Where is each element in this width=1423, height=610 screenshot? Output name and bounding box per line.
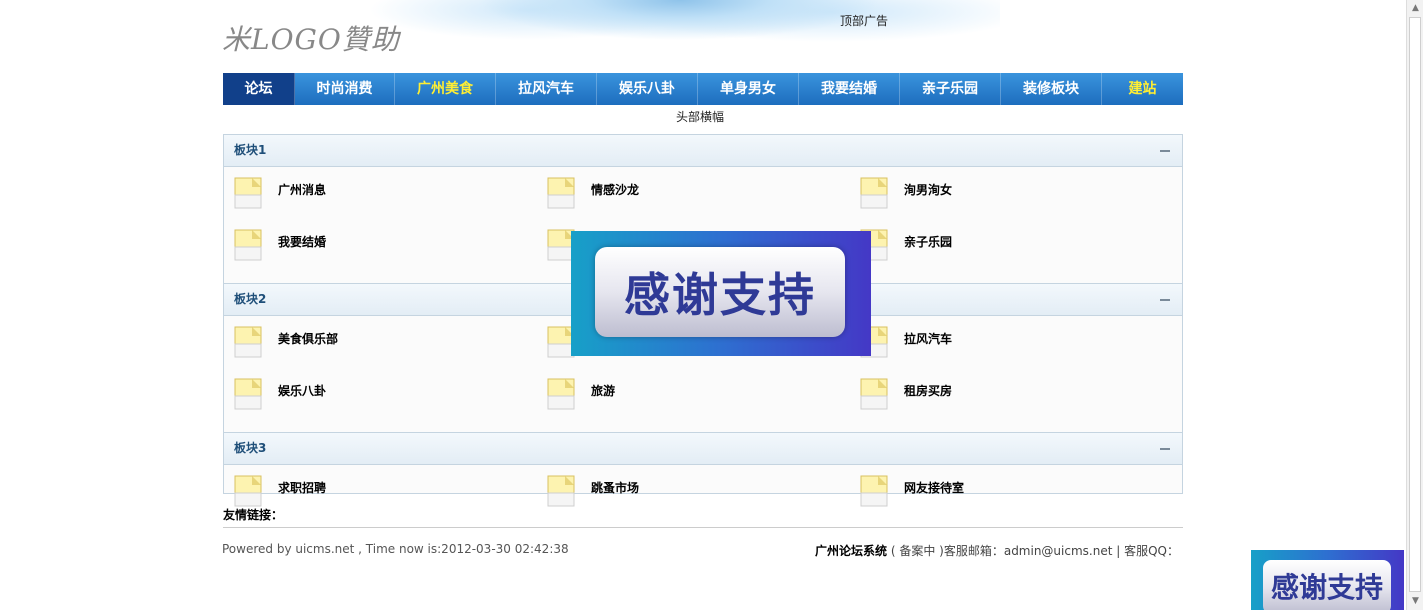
- scroll-up-icon[interactable]: ▲: [1408, 1, 1423, 16]
- forum-item[interactable]: 情感沙龙: [537, 175, 850, 227]
- forum-item[interactable]: 美食俱乐部: [224, 324, 537, 376]
- collapse-icon[interactable]: [1160, 299, 1170, 301]
- vertical-scrollbar[interactable]: ▲ ▼: [1406, 0, 1423, 610]
- scrollbar-thumb[interactable]: [1409, 17, 1421, 592]
- nav-item-cars[interactable]: 拉风汽车: [496, 73, 597, 105]
- forum-item[interactable]: 旅游: [537, 376, 850, 428]
- main-navigation: 论坛 时尚消费 广州美食 拉风汽车 娱乐八卦 单身男女 我要结婚 亲子乐园 装修…: [223, 73, 1183, 105]
- thanks-popup-ad[interactable]: 感谢支持: [571, 231, 871, 356]
- forum-item[interactable]: 拉风汽车: [850, 324, 1163, 376]
- section-header: 板块1: [224, 135, 1182, 167]
- forum-name[interactable]: 跳蚤市场: [591, 479, 639, 496]
- footer-info: 广州论坛系统 ( 备案中 )客服邮箱：admin@uicms.net | 客服Q…: [815, 542, 1179, 559]
- site-logo[interactable]: 米LOGO贊助: [222, 18, 400, 58]
- thanks-mini-ad[interactable]: 感谢支持: [1251, 550, 1404, 610]
- forum-name[interactable]: 网友接待室: [904, 479, 964, 496]
- nav-item-fashion[interactable]: 时尚消费: [295, 73, 395, 105]
- forum-name[interactable]: 求职招聘: [278, 479, 326, 496]
- forum-item[interactable]: 跳蚤市场: [537, 473, 850, 525]
- forum-name[interactable]: 亲子乐园: [904, 233, 952, 250]
- folder-icon: [547, 378, 575, 410]
- forum-name[interactable]: 广州消息: [278, 181, 326, 198]
- forum-name[interactable]: 拉风汽车: [904, 330, 952, 347]
- nav-item-decoration[interactable]: 装修板块: [1001, 73, 1102, 105]
- nav-item-wedding[interactable]: 我要结婚: [799, 73, 900, 105]
- collapse-icon[interactable]: [1160, 448, 1170, 450]
- section-title[interactable]: 板块2: [234, 292, 266, 306]
- nav-item-food[interactable]: 广州美食: [395, 73, 496, 105]
- nav-item-entertainment[interactable]: 娱乐八卦: [597, 73, 698, 105]
- forum-list: 求职招聘 跳蚤市场 网友接待室: [224, 465, 1182, 529]
- section-header: 板块3: [224, 432, 1182, 465]
- powered-by-text: Powered by uicms.net , Time now is:2012-…: [222, 542, 569, 556]
- friend-links-label: 友情链接：: [223, 508, 284, 522]
- forum-name[interactable]: 娱乐八卦: [278, 382, 326, 399]
- forum-item[interactable]: 娱乐八卦: [224, 376, 537, 428]
- forum-name[interactable]: 租房买房: [904, 382, 952, 399]
- folder-icon: [860, 378, 888, 410]
- folder-icon: [234, 378, 262, 410]
- folder-icon: [547, 177, 575, 209]
- folder-icon: [234, 177, 262, 209]
- forum-name[interactable]: 我要结婚: [278, 233, 326, 250]
- folder-icon: [234, 229, 262, 261]
- folder-icon: [234, 326, 262, 358]
- header-background: [0, 0, 1406, 78]
- thanks-mini-text[interactable]: 感谢支持: [1263, 560, 1391, 610]
- nav-item-family[interactable]: 亲子乐园: [900, 73, 1001, 105]
- footer-divider: [223, 527, 1183, 528]
- forum-item[interactable]: 我要结婚: [224, 227, 537, 279]
- forum-item[interactable]: 租房买房: [850, 376, 1163, 428]
- folder-icon: [860, 177, 888, 209]
- forum-item[interactable]: 洵男洵女: [850, 175, 1163, 227]
- header-banner[interactable]: 头部横幅: [676, 108, 724, 125]
- forum-name[interactable]: 洵男洵女: [904, 181, 952, 198]
- footer-contact: ( 备案中 )客服邮箱：admin@uicms.net | 客服QQ：: [890, 544, 1179, 558]
- forum-name[interactable]: 美食俱乐部: [278, 330, 338, 347]
- nav-item-singles[interactable]: 单身男女: [698, 73, 799, 105]
- nav-item-build-site[interactable]: 建站: [1102, 73, 1183, 105]
- section-title[interactable]: 板块1: [234, 143, 266, 157]
- forum-item[interactable]: 亲子乐园: [850, 227, 1163, 279]
- nav-item-forum[interactable]: 论坛: [223, 73, 295, 105]
- thanks-popup-text[interactable]: 感谢支持: [595, 247, 845, 337]
- forum-name[interactable]: 情感沙龙: [591, 181, 639, 198]
- scroll-down-icon[interactable]: ▼: [1408, 594, 1423, 609]
- top-advertisement[interactable]: 顶部广告: [840, 12, 888, 29]
- forum-item[interactable]: 广州消息: [224, 175, 537, 227]
- folder-icon: [234, 475, 262, 507]
- collapse-icon[interactable]: [1160, 150, 1170, 152]
- section-title[interactable]: 板块3: [234, 441, 266, 455]
- forum-item[interactable]: 网友接待室: [850, 473, 1163, 525]
- folder-icon: [860, 475, 888, 507]
- forum-name[interactable]: 旅游: [591, 382, 615, 399]
- folder-icon: [547, 475, 575, 507]
- site-name[interactable]: 广州论坛系统: [815, 544, 887, 558]
- sky-clouds-image: [360, 0, 1000, 70]
